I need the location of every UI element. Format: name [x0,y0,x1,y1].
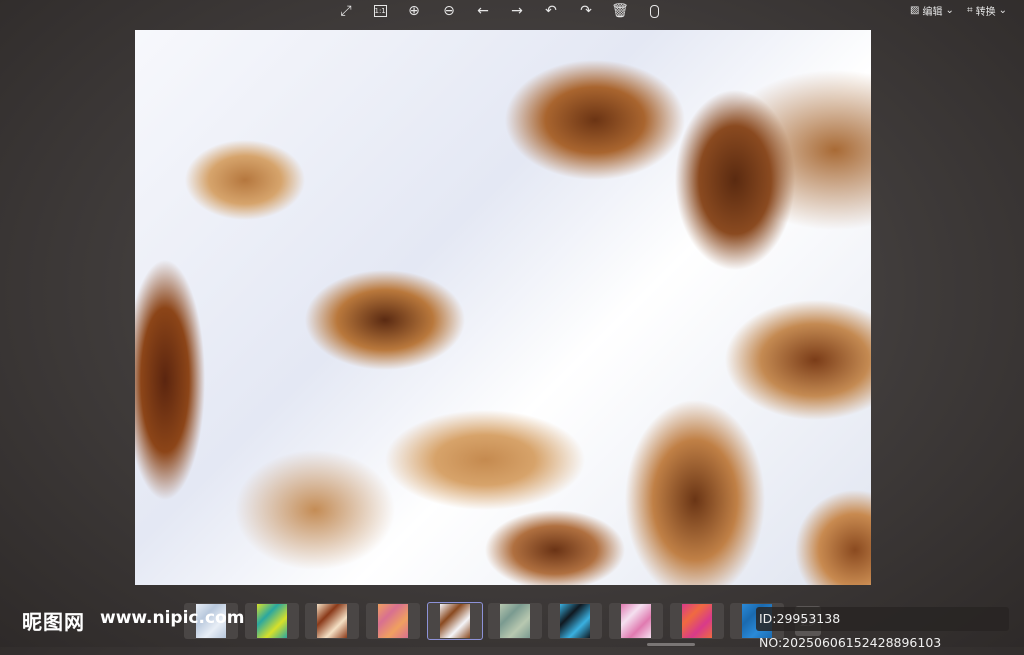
rotate-right-icon[interactable]: ↷ [576,2,596,20]
watermark-url: www.nipic.com [100,608,245,628]
chevron-down-icon: ⌄ [945,5,954,16]
zoom-out-icon[interactable]: ⊖ [439,2,459,20]
thumbnail[interactable] [669,603,724,639]
crop-icon: ⌗ [967,5,973,16]
thumbnail[interactable] [608,603,663,639]
next-arrow-icon[interactable]: → [507,2,527,20]
watermark-logo: 昵图网 [22,610,85,634]
thumbnail-image [256,604,287,638]
previous-arrow-icon[interactable]: ← [473,2,493,20]
zoom-in-icon[interactable]: ⊕ [404,2,424,20]
thumbnail-image [499,604,530,638]
image-id-info: ID:29953138 NO:20250606152428896103 [756,607,1009,650]
thumbnail[interactable] [548,603,603,639]
edit-button[interactable]: ▨ 编辑 ⌄ [910,3,954,18]
convert-button[interactable]: ⌗ 转换 ⌄ [967,3,1007,18]
thumbnail-image [439,604,470,638]
actual-size-icon[interactable]: 1:1 [370,2,390,20]
thumbnail[interactable] [305,603,360,639]
thumbnail[interactable] [366,603,421,639]
thumbnail-scrollbar[interactable] [647,643,695,646]
thumbnail-image [681,604,712,638]
rotate-left-icon[interactable]: ↶ [541,2,561,20]
main-image [135,30,871,585]
thumbnail[interactable] [487,603,542,639]
thumbnail-image [378,604,409,638]
thumbnail-image [317,604,348,638]
mouse-icon[interactable] [644,2,664,20]
image-edit-icon: ▨ [910,5,920,16]
thumbnail[interactable] [426,602,483,640]
fullscreen-icon[interactable]: ⤢ [336,2,356,20]
delete-icon[interactable]: 🗑 [610,2,630,20]
toolbar: ⤢ 1:1 ⊕ ⊖ ← → ↶ ↷ 🗑 ▨ 编辑 ⌄ ⌗ 转换 ⌄ [0,0,1024,22]
thumbnail-image [560,604,591,638]
thumbnail-image [620,604,651,638]
chevron-down-icon: ⌄ [998,5,1008,16]
thumbnail[interactable] [244,603,299,639]
